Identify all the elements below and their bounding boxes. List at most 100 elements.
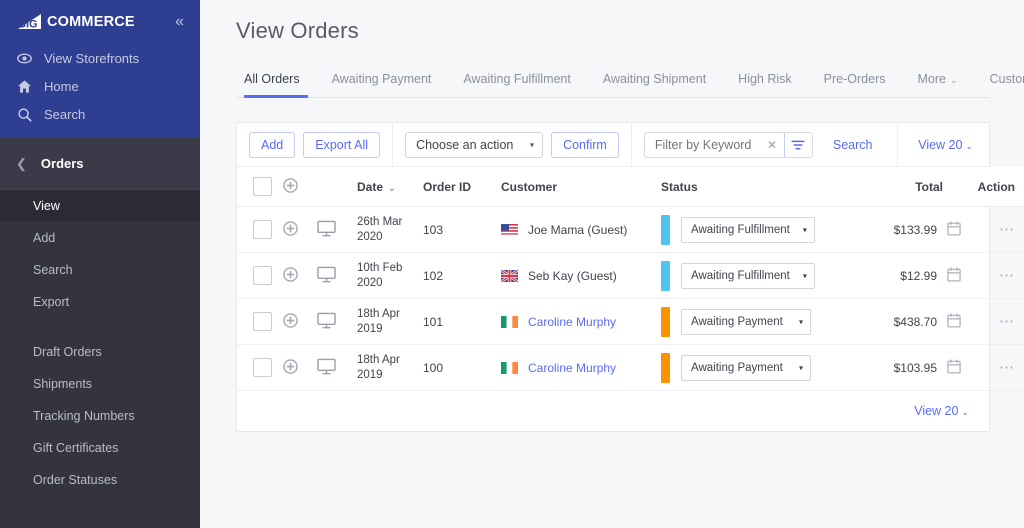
row-device-cell [317, 298, 357, 345]
sidebar-item-add[interactable]: Add [0, 222, 200, 254]
expand-all-icon[interactable] [283, 177, 317, 196]
calendar-icon[interactable] [947, 266, 961, 285]
tab-label: Pre-Orders [823, 72, 886, 86]
row-date: 18th Apr 2019 [357, 307, 423, 337]
bulk-action-select[interactable]: Choose an action ▾ [405, 131, 544, 158]
bulk-action-value: Choose an action [416, 137, 514, 152]
add-button[interactable]: Add [249, 131, 296, 158]
sidebar-item-view-storefronts[interactable]: View Storefronts [0, 44, 200, 72]
row-checkbox[interactable] [253, 312, 272, 331]
footer-view-count-label: View 20 [914, 404, 959, 418]
tab-high-risk[interactable]: High Risk [722, 72, 808, 97]
tab-more[interactable]: More ⌄ [902, 72, 974, 97]
status-select[interactable]: Awaiting Payment ▾ [681, 354, 811, 381]
status-control: Awaiting Fulfillment ▾ [661, 214, 851, 245]
row-total: $133.99 [893, 222, 937, 237]
filter-keyword-input[interactable] [644, 132, 760, 157]
row-date: 10th Feb 2020 [357, 261, 423, 291]
sidebar-item-export[interactable]: Export [0, 286, 200, 318]
sidebar-item-home[interactable]: Home [0, 72, 200, 100]
plus-circle-icon[interactable] [283, 220, 317, 239]
sidebar-divider-gap [0, 318, 200, 336]
calendar-icon[interactable] [947, 220, 961, 239]
customer-name[interactable]: Caroline Murphy [528, 315, 616, 329]
close-icon[interactable]: ✕ [760, 133, 784, 157]
row-date-cell: 18th Apr 2019 [357, 344, 423, 391]
row-select-cell [237, 298, 283, 345]
sidebar-item-label: View Storefronts [44, 50, 140, 66]
status-select[interactable]: Awaiting Fulfillment ▾ [681, 262, 815, 289]
footer-view-count-selector[interactable]: View 20 ⌄ [914, 404, 973, 418]
sidebar-links: View Add Search Export Draft Orders Ship… [0, 190, 200, 496]
row-order-id: 100 [423, 344, 501, 391]
tab-custom-views[interactable]: Custom Views [974, 72, 1024, 97]
page-title: View Orders [236, 18, 359, 43]
header-date-label: Date [357, 179, 384, 194]
tab-label: Awaiting Payment [331, 72, 432, 86]
row-device-cell [317, 252, 357, 299]
tab-awaiting-fulfillment[interactable]: Awaiting Fulfillment [447, 72, 586, 97]
chevron-down-icon: ⌄ [965, 140, 973, 151]
row-total-cell: $103.95 [851, 344, 943, 391]
more-horizontal-icon[interactable]: ⋯ [999, 314, 1015, 329]
row-date-line2: 2020 [357, 276, 383, 289]
sidebar-item-view[interactable]: View [0, 190, 200, 222]
ireland-flag-icon [501, 315, 518, 328]
sidebar-item-draft-orders[interactable]: Draft Orders [0, 336, 200, 368]
sidebar-item-shipments[interactable]: Shipments [0, 368, 200, 400]
plus-circle-icon[interactable] [283, 266, 317, 285]
status-select[interactable]: Awaiting Fulfillment ▾ [681, 216, 815, 243]
header-date[interactable]: Date ⌄ [357, 167, 423, 207]
tab-awaiting-shipment[interactable]: Awaiting Shipment [587, 72, 722, 97]
sidebar-collapse-button[interactable]: « [175, 14, 184, 30]
row-checkbox[interactable] [253, 358, 272, 377]
sidebar-top-section: BIG COMMERCE « View Storefronts Home Sea… [0, 0, 200, 138]
sidebar-item-search[interactable]: Search [0, 100, 200, 128]
search-button[interactable]: Search [821, 134, 885, 156]
chevron-down-icon: ▾ [798, 363, 803, 372]
filter-icon[interactable] [783, 132, 812, 157]
row-select-cell [237, 252, 283, 299]
confirm-button[interactable]: Confirm [551, 131, 619, 158]
tab-awaiting-payment[interactable]: Awaiting Payment [316, 72, 448, 97]
header-order-id: Order ID [423, 167, 501, 207]
status-select[interactable]: Awaiting Payment ▾ [681, 308, 811, 335]
select-all-checkbox[interactable] [253, 177, 272, 196]
more-horizontal-icon[interactable]: ⋯ [999, 222, 1015, 237]
sidebar-section-orders-header[interactable]: ❮ Orders [0, 138, 200, 190]
table-row: 10th Feb 2020 102 Seb Kay (Guest) Awaiti… [237, 252, 1024, 299]
plus-circle-icon[interactable] [283, 358, 317, 377]
status-control: Awaiting Payment ▾ [661, 352, 851, 383]
desktop-icon [317, 358, 357, 378]
row-checkbox[interactable] [253, 266, 272, 285]
tab-label: All Orders [244, 72, 300, 86]
chevron-left-icon[interactable]: ❮ [16, 157, 27, 170]
calendar-icon[interactable] [947, 312, 961, 331]
row-checkbox[interactable] [253, 220, 272, 239]
bigcommerce-logo-icon: BIG [16, 12, 46, 32]
more-horizontal-icon[interactable]: ⋯ [999, 360, 1015, 375]
row-customer-cell: Joe Mama (Guest) [501, 206, 661, 253]
export-all-button[interactable]: Export All [303, 131, 381, 158]
calendar-icon[interactable] [947, 358, 961, 377]
plus-circle-icon[interactable] [283, 312, 317, 331]
more-horizontal-icon[interactable]: ⋯ [999, 268, 1015, 283]
header-device [317, 167, 357, 207]
row-date-line1: 10th Feb [357, 261, 403, 274]
customer-name[interactable]: Caroline Murphy [528, 361, 616, 375]
desktop-icon [317, 266, 357, 286]
view-count-selector[interactable]: View 20 ⌄ [918, 138, 977, 152]
orders-table-head: Date ⌄ Order ID Customer Status Total Act… [237, 167, 1024, 207]
tab-all-orders[interactable]: All Orders [236, 72, 316, 98]
sidebar-item-gift-certificates[interactable]: Gift Certificates [0, 432, 200, 464]
status-control: Awaiting Fulfillment ▾ [661, 260, 851, 291]
sidebar-item-search-orders[interactable]: Search [0, 254, 200, 286]
sidebar-item-tracking-numbers[interactable]: Tracking Numbers [0, 400, 200, 432]
sidebar-item-order-statuses[interactable]: Order Statuses [0, 464, 200, 496]
tab-pre-orders[interactable]: Pre-Orders [808, 72, 902, 97]
eye-icon [16, 51, 32, 66]
row-customer-cell: Caroline Murphy [501, 298, 661, 345]
row-date: 26th Mar 2020 [357, 215, 423, 245]
brand-logo[interactable]: BIG COMMERCE [16, 12, 135, 32]
row-total: $12.99 [900, 268, 937, 283]
